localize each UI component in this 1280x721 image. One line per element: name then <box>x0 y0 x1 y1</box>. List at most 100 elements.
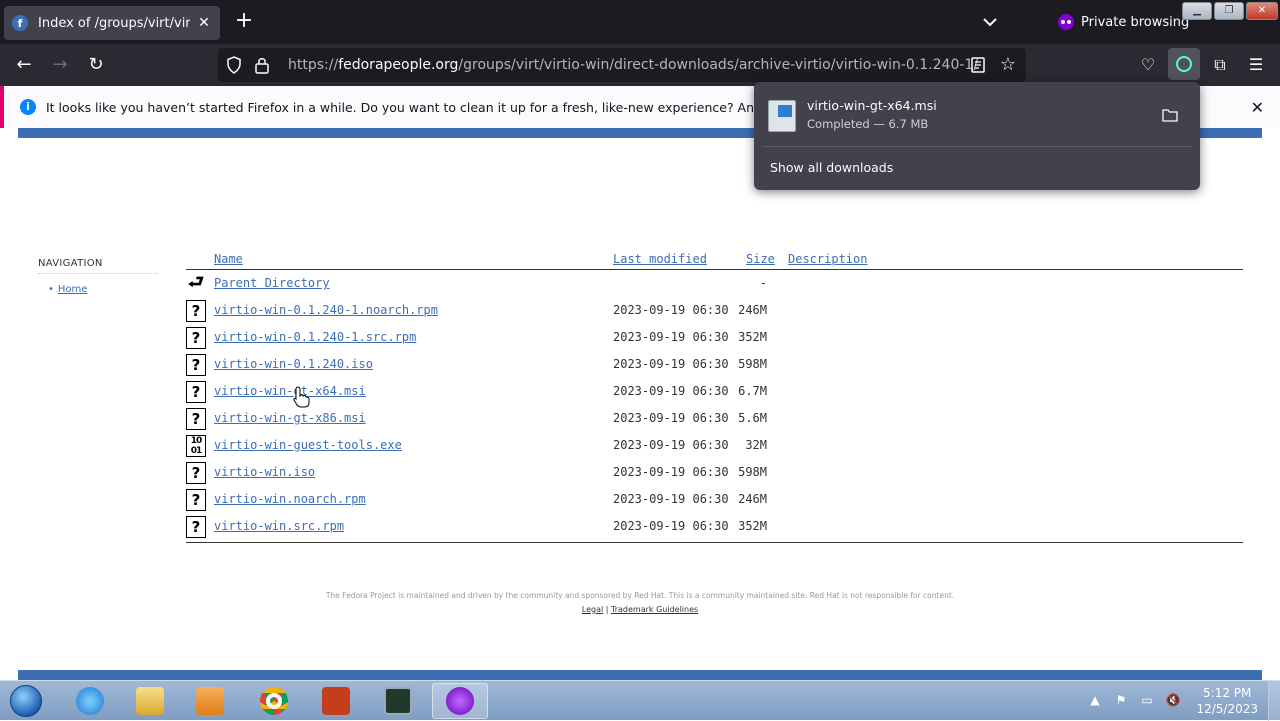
fedora-icon: f <box>12 15 28 31</box>
pocket-icon[interactable]: ♡ <box>1136 53 1160 77</box>
file-link[interactable]: virtio-win-guest-tools.exe <box>214 438 402 452</box>
file-size: 246M <box>738 492 767 506</box>
taskbar-app-chrome[interactable] <box>246 683 302 719</box>
file-link[interactable]: virtio-win-gt-x64.msi <box>214 384 366 398</box>
network-icon[interactable]: ▭ <box>1138 693 1156 709</box>
download-item[interactable]: virtio-win-gt-x64.msi Completed — 6.7 MB <box>762 88 1192 144</box>
clock-time: 5:12 PM <box>1203 686 1252 700</box>
show-all-downloads-button[interactable]: Show all downloads <box>770 160 893 175</box>
internet-explorer-icon <box>76 687 104 715</box>
show-hidden-icons-icon[interactable]: ▲ <box>1086 693 1104 709</box>
taskbar-app-internet-explorer[interactable] <box>62 683 118 719</box>
home-link[interactable]: Home <box>58 284 88 295</box>
table-row: 10 01 virtio-win-guest-tools.exe 2023-09-… <box>186 432 1243 459</box>
extensions-icon[interactable]: ⧉ <box>1208 53 1232 77</box>
chrome-icon <box>260 687 288 715</box>
window-close-button[interactable]: ✕ <box>1246 2 1278 20</box>
file-link[interactable]: virtio-win.noarch.rpm <box>214 492 366 506</box>
bookmark-star-icon[interactable]: ☆ <box>1000 54 1016 75</box>
back-button[interactable]: ← <box>12 53 36 77</box>
file-size: 246M <box>738 303 767 317</box>
file-size: 598M <box>738 465 767 479</box>
footer-text: The Fedora Project is maintained and dri… <box>325 591 955 600</box>
lock-icon[interactable] <box>254 56 270 74</box>
table-row: ? virtio-win.iso 2023-09-19 06:30 598M <box>186 459 1243 486</box>
window-minimize-button[interactable]: ▁ <box>1182 2 1212 20</box>
powerpoint-icon <box>322 687 350 715</box>
file-size: 352M <box>738 519 767 533</box>
unknown-file-icon: ? <box>186 327 206 349</box>
legal-link[interactable]: Legal <box>582 605 603 614</box>
msi-file-icon <box>768 100 796 132</box>
taskbar: ▲ ⚑ ▭ 🔇 5:12 PM 12/5/2023 <box>0 680 1280 721</box>
tracking-shield-icon[interactable] <box>226 56 242 74</box>
unknown-file-icon: ? <box>186 408 206 430</box>
table-row: ? virtio-win-gt-x86.msi 2023-09-19 06:30… <box>186 405 1243 432</box>
new-tab-button[interactable]: + <box>232 10 256 34</box>
tab-strip: f Index of /groups/virt/virtio-win ✕ + P… <box>0 0 1280 44</box>
reload-button[interactable]: ↻ <box>84 53 108 77</box>
url-host: fedorapeople.org <box>338 57 459 73</box>
file-modified: 2023-09-19 06:30 <box>613 384 729 398</box>
forward-button[interactable]: → <box>48 53 72 77</box>
bullet-icon: • <box>48 284 54 295</box>
info-icon: i <box>20 99 36 115</box>
file-link[interactable]: virtio-win-gt-x86.msi <box>214 411 366 425</box>
taskbar-app-powerpoint[interactable] <box>308 683 364 719</box>
listing-header: Name Last modified Size Description <box>186 248 1243 270</box>
sidebar-item-home: • Home <box>48 284 158 295</box>
tab-list-chevron-icon[interactable] <box>980 12 1000 32</box>
unknown-file-icon: ? <box>186 516 206 538</box>
file-link[interactable]: virtio-win.src.rpm <box>214 519 344 533</box>
window-restore-button[interactable]: ❐ <box>1214 2 1244 20</box>
file-explorer-icon <box>136 687 164 715</box>
sort-description-link[interactable]: Description <box>788 252 867 266</box>
volume-muted-icon[interactable]: 🔇 <box>1164 693 1182 709</box>
hand-cursor-icon <box>293 386 310 408</box>
unknown-file-icon: ? <box>186 462 206 484</box>
system-clock[interactable]: 5:12 PM 12/5/2023 <box>1196 685 1258 717</box>
taskbar-app-media-player[interactable] <box>182 683 238 719</box>
windows-orb-icon <box>10 685 42 717</box>
table-row: ? virtio-win-0.1.240.iso 2023-09-19 06:3… <box>186 351 1243 378</box>
url-text[interactable]: https://fedorapeople.org/groups/virt/vir… <box>288 57 978 73</box>
url-prefix: https:// <box>288 57 339 73</box>
page-footer: The Fedora Project is maintained and dri… <box>0 591 1280 614</box>
downloads-button[interactable] <box>1168 48 1200 80</box>
taskbar-app-firefox-private[interactable] <box>432 683 488 719</box>
unknown-file-icon: ? <box>186 489 206 511</box>
reader-view-icon[interactable] <box>970 56 986 74</box>
trademark-guidelines-link[interactable]: Trademark Guidelines <box>611 605 698 614</box>
media-player-icon <box>196 687 224 715</box>
taskbar-app-task-manager[interactable] <box>370 683 426 719</box>
menu-hamburger-icon[interactable]: ☰ <box>1244 53 1268 77</box>
taskbar-app-file-explorer[interactable] <box>122 683 178 719</box>
sort-size-link[interactable]: Size <box>746 252 775 266</box>
unknown-file-icon: ? <box>186 381 206 403</box>
start-button[interactable] <box>4 683 48 719</box>
file-link[interactable]: virtio-win-0.1.240.iso <box>214 357 373 371</box>
tab-close-icon[interactable]: ✕ <box>196 15 212 31</box>
url-bar[interactable]: https://fedorapeople.org/groups/virt/vir… <box>218 48 1026 82</box>
action-center-flag-icon[interactable]: ⚑ <box>1112 693 1130 709</box>
file-link[interactable]: virtio-win.iso <box>214 465 315 479</box>
unknown-file-icon: ? <box>186 300 206 322</box>
file-link[interactable]: Parent Directory <box>214 276 330 290</box>
show-desktop-button[interactable] <box>1268 681 1280 721</box>
open-folder-icon[interactable] <box>1162 108 1178 122</box>
footer-separator: | <box>605 605 609 614</box>
tab-active[interactable]: f Index of /groups/virt/virtio-win ✕ <box>4 6 220 40</box>
table-row: ? virtio-win.src.rpm 2023-09-19 06:30 35… <box>186 513 1243 540</box>
file-modified: 2023-09-19 06:30 <box>613 411 729 425</box>
sort-modified-link[interactable]: Last modified <box>613 252 707 266</box>
panel-divider <box>762 146 1192 147</box>
system-tray: ▲ ⚑ ▭ 🔇 <box>1086 681 1190 721</box>
file-size: 598M <box>738 357 767 371</box>
footer-links: Legal | Trademark Guidelines <box>0 605 1280 614</box>
file-link[interactable]: virtio-win-0.1.240-1.src.rpm <box>214 330 416 344</box>
file-modified: 2023-09-19 06:30 <box>613 492 729 506</box>
notification-close-icon[interactable]: ✕ <box>1251 98 1264 117</box>
sort-name-link[interactable]: Name <box>214 252 243 266</box>
file-link[interactable]: virtio-win-0.1.240-1.noarch.rpm <box>214 303 438 317</box>
table-row: ? virtio-win.noarch.rpm 2023-09-19 06:30… <box>186 486 1243 513</box>
